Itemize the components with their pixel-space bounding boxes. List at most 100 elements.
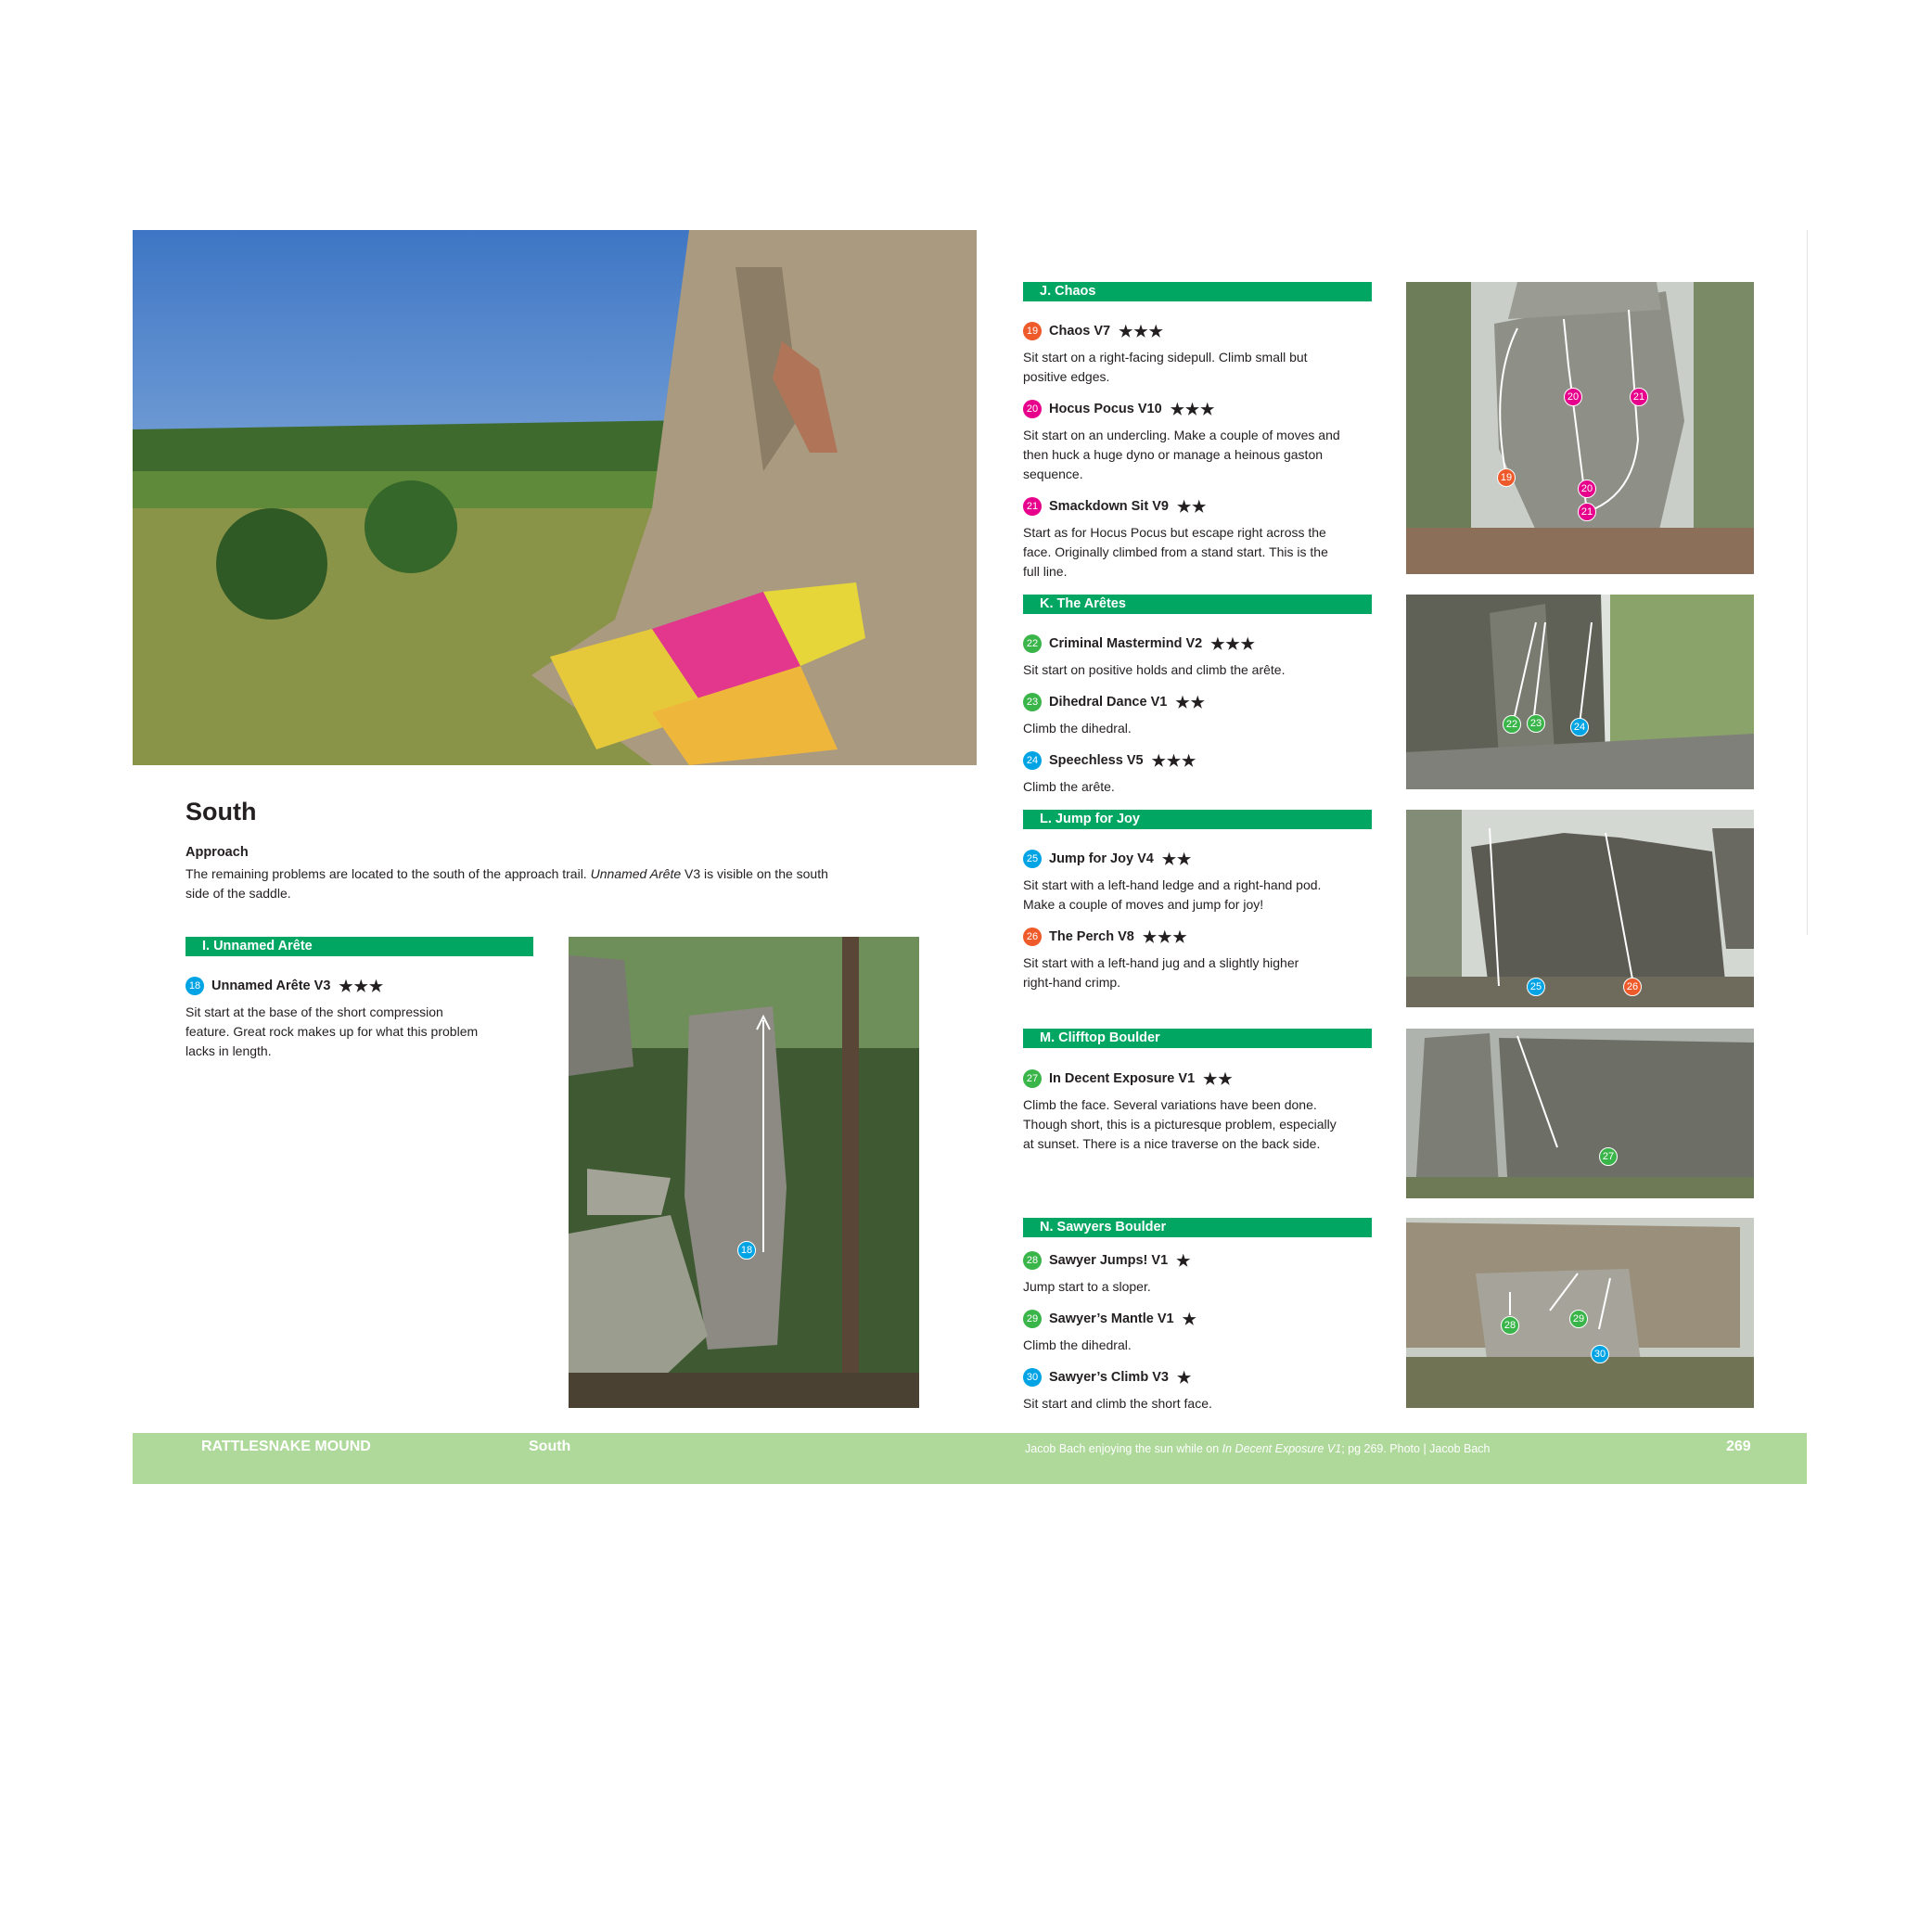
- route-marker: 20: [1578, 480, 1596, 498]
- star-rating: ★★: [1176, 497, 1208, 516]
- star-rating: ★★: [1161, 850, 1193, 868]
- problem-name: Unnamed Arête V3: [211, 979, 331, 993]
- approach-text-a: The remaining problems are located to th…: [186, 866, 587, 881]
- problem-name: Jump for Joy V4: [1049, 851, 1154, 866]
- route-marker: 20: [1564, 388, 1582, 406]
- caption-text-b: ; pg 269. Photo | Jacob Bach: [1341, 1442, 1491, 1455]
- page-edge-divider: [1807, 230, 1808, 935]
- problem-name: Smackdown Sit V9: [1049, 499, 1169, 514]
- problem-title-row: 22 Criminal Mastermind V2 ★★★: [1023, 634, 1256, 653]
- desc-line: then huck a huge dyno or manage a heinou…: [1023, 447, 1324, 462]
- approach-text-b: V3 is visible on the south: [681, 866, 828, 881]
- desc-line: at sunset. There is a nice traverse on t…: [1023, 1136, 1321, 1151]
- problem-title-row: 19 Chaos V7 ★★★: [1023, 322, 1164, 340]
- problem-description: Jump start to a sloper.: [1023, 1277, 1151, 1297]
- problem-name: Speechless V5: [1049, 753, 1144, 768]
- desc-line: lacks in length.: [186, 1043, 272, 1058]
- route-marker: 27: [1599, 1147, 1618, 1166]
- star-rating: ★★: [1203, 1069, 1234, 1088]
- problem-title-row: 30 Sawyer’s Climb V3 ★: [1023, 1368, 1192, 1387]
- route-marker: 18: [737, 1241, 756, 1260]
- caption-text-italic: In Decent Exposure V1: [1222, 1442, 1342, 1455]
- desc-line: Start as for Hocus Pocus but escape righ…: [1023, 525, 1326, 540]
- problem-title-row: 27 In Decent Exposure V1 ★★: [1023, 1069, 1234, 1088]
- problem-number-badge: 29: [1023, 1310, 1042, 1328]
- problem-description: Climb the dihedral.: [1023, 719, 1132, 738]
- footer-section-name: South: [529, 1439, 571, 1454]
- caption-text-a: Jacob Bach enjoying the sun while on: [1025, 1442, 1222, 1455]
- problem-title-row: 29 Sawyer’s Mantle V1 ★: [1023, 1310, 1197, 1328]
- section-bar-clifftop-boulder: M. Clifftop Boulder: [1023, 1029, 1372, 1048]
- desc-line: Climb the dihedral.: [1023, 721, 1132, 736]
- star-rating: ★: [1176, 1251, 1192, 1270]
- problem-description: Climb the dihedral.: [1023, 1336, 1132, 1355]
- problem-description: Sit start with a left-hand jug and a sli…: [1023, 953, 1299, 992]
- problem-name: Sawyer’s Climb V3: [1049, 1370, 1169, 1385]
- sawyers-boulder-photo: 28 29 30: [1406, 1218, 1754, 1408]
- section-bar-chaos: J. Chaos: [1023, 282, 1372, 301]
- jump-for-joy-photo: 25 26: [1406, 810, 1754, 1007]
- problem-number-badge: 26: [1023, 928, 1042, 946]
- problem-number-badge: 20: [1023, 400, 1042, 418]
- route-marker: 26: [1623, 978, 1642, 996]
- route-marker: 19: [1497, 468, 1516, 487]
- aretes-photo: 22 23 24: [1406, 595, 1754, 789]
- problem-name: Sawyer’s Mantle V1: [1049, 1311, 1174, 1326]
- route-marker: 22: [1503, 715, 1521, 734]
- desc-line: Climb the dihedral.: [1023, 1337, 1132, 1352]
- desc-line: Sit start on positive holds and climb th…: [1023, 662, 1286, 677]
- section-bar-the-aretes: K. The Arêtes: [1023, 595, 1372, 614]
- star-rating: ★: [1182, 1310, 1197, 1328]
- route-marker: 25: [1527, 978, 1545, 996]
- route-marker: 29: [1569, 1310, 1588, 1328]
- problem-description: Sit start on an undercling. Make a coupl…: [1023, 426, 1340, 484]
- problem-number-badge: 24: [1023, 751, 1042, 770]
- problem-name: Dihedral Dance V1: [1049, 695, 1168, 710]
- desc-line: Sit start on an undercling. Make a coupl…: [1023, 428, 1340, 442]
- problem-title-row: 25 Jump for Joy V4 ★★: [1023, 850, 1192, 868]
- problem-title-row: 20 Hocus Pocus V10 ★★★: [1023, 400, 1215, 418]
- desc-line: Climb the face. Several variations have …: [1023, 1097, 1317, 1112]
- problem-title-row: 21 Smackdown Sit V9 ★★: [1023, 497, 1207, 516]
- route-marker: 24: [1570, 718, 1589, 736]
- route-marker: 21: [1578, 503, 1596, 521]
- problem-name: Hocus Pocus V10: [1049, 402, 1162, 416]
- desc-line: Sit start at the base of the short compr…: [186, 1004, 443, 1019]
- route-marker: 23: [1527, 714, 1545, 733]
- problem-description: Start as for Hocus Pocus but escape righ…: [1023, 523, 1328, 582]
- right-column: J. Chaos 19 Chaos V7 ★★★ Sit start on a …: [1023, 0, 1372, 1433]
- hero-photo: [133, 230, 977, 765]
- desc-line: Sit start with a left-hand jug and a sli…: [1023, 955, 1299, 970]
- desc-line: positive edges.: [1023, 369, 1110, 384]
- problem-description: Sit start on positive holds and climb th…: [1023, 660, 1285, 680]
- footer-bar: RATTLESNAKE MOUND South Jacob Bach enjoy…: [133, 1433, 1807, 1484]
- problem-title-row: 24 Speechless V5 ★★★: [1023, 751, 1196, 770]
- desc-line: Sit start and climb the short face.: [1023, 1396, 1212, 1411]
- star-rating: ★★: [1175, 693, 1206, 711]
- desc-line: Though short, this is a picturesque prob…: [1023, 1117, 1337, 1132]
- desc-line: Climb the arête.: [1023, 779, 1115, 794]
- problem-name: Criminal Mastermind V2: [1049, 636, 1203, 651]
- problem-title-row: 23 Dihedral Dance V1 ★★: [1023, 693, 1206, 711]
- problem-name: In Decent Exposure V1: [1049, 1071, 1196, 1086]
- page-number: 269: [1726, 1439, 1751, 1454]
- problem-title-row: 28 Sawyer Jumps! V1 ★: [1023, 1251, 1191, 1270]
- desc-line: right-hand crimp.: [1023, 975, 1121, 990]
- desc-line: sequence.: [1023, 467, 1083, 481]
- unnamed-arete-photo: 18: [569, 937, 919, 1408]
- problem-description: Sit start at the base of the short compr…: [186, 1003, 478, 1061]
- page-title: South: [186, 798, 257, 825]
- route-marker: 28: [1501, 1316, 1519, 1335]
- problem-number-badge: 28: [1023, 1251, 1042, 1270]
- approach-heading: Approach: [186, 845, 249, 860]
- star-rating: ★: [1176, 1368, 1193, 1387]
- problem-name: Chaos V7: [1049, 324, 1111, 339]
- problem-number-badge: 18: [186, 977, 204, 995]
- problem-number-badge: 25: [1023, 850, 1042, 868]
- problem-name: The Perch V8: [1049, 929, 1134, 944]
- chaos-boulder-photo: 20 21 19 20 21: [1406, 282, 1754, 574]
- problem-description: Climb the arête.: [1023, 777, 1115, 797]
- footer-photo-caption: Jacob Bach enjoying the sun while on In …: [1025, 1442, 1491, 1455]
- approach-text: The remaining problems are located to th…: [186, 864, 928, 903]
- problem-number-badge: 27: [1023, 1069, 1042, 1088]
